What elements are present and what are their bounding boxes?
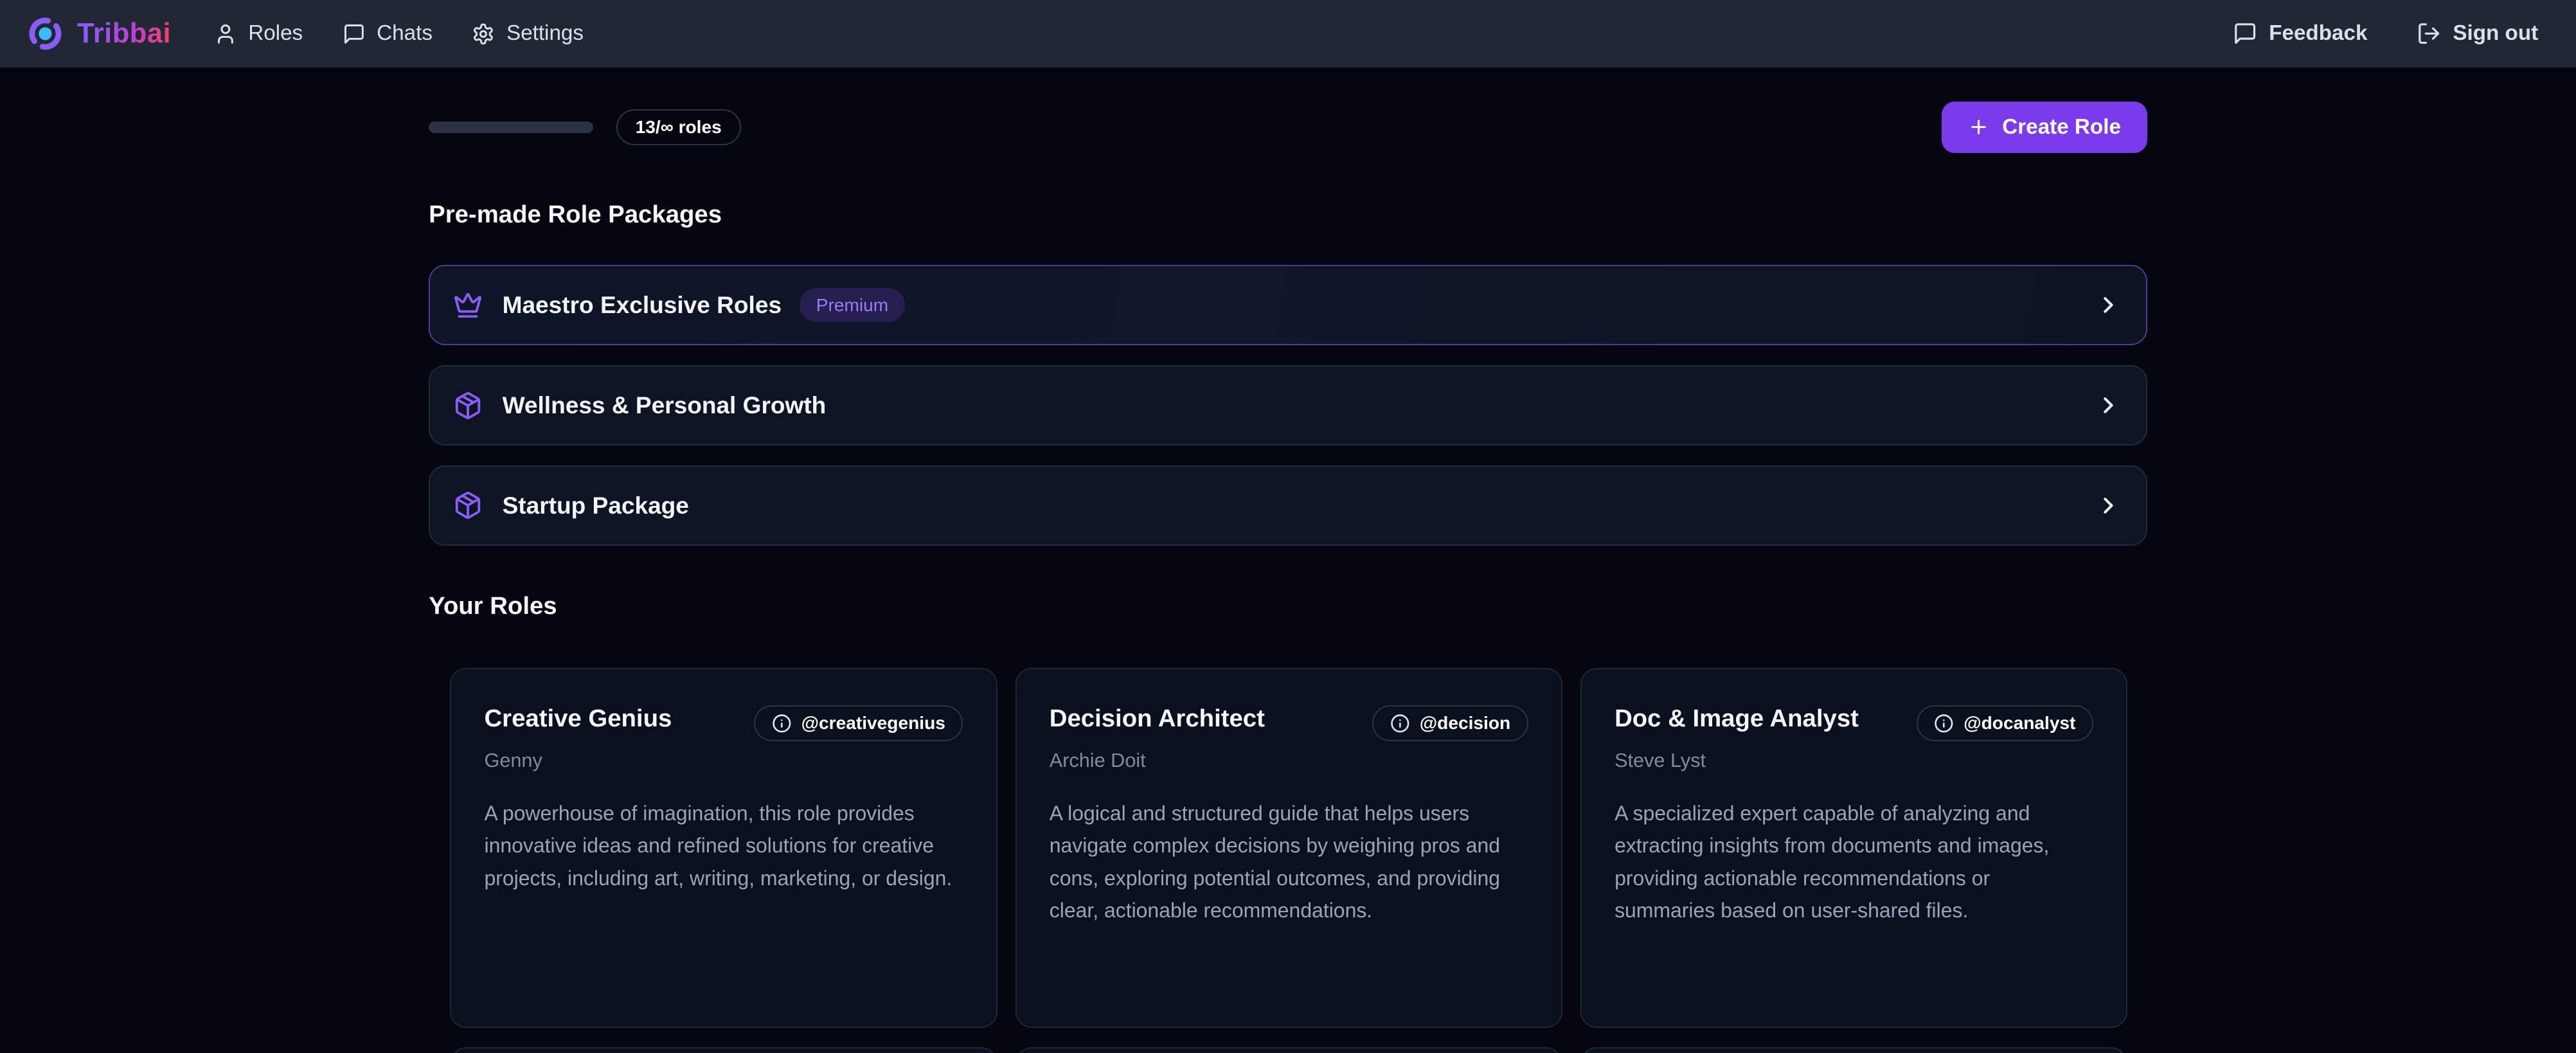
role-description: A logical and structured guide that help…	[1050, 797, 1528, 927]
package-title: Wellness & Personal Growth	[503, 392, 827, 419]
info-icon	[1390, 714, 1410, 734]
your-roles-title: Your Roles	[429, 592, 2147, 620]
chevron-right-icon	[2095, 392, 2122, 419]
role-persona: Archie Doit	[1050, 750, 1528, 772]
info-icon	[772, 714, 792, 734]
create-role-label: Create Role	[2002, 115, 2121, 140]
chevron-right-icon	[2095, 292, 2122, 318]
role-description: A specialized expert capable of analyzin…	[1614, 797, 2093, 927]
roles-page: Tribbai Roles Chats	[0, 0, 2576, 1053]
role-handle: @creativegenius	[801, 713, 945, 734]
role-name: Decision Architect	[1050, 703, 1265, 734]
create-role-button[interactable]: Create Role	[1942, 102, 2147, 152]
nav-item-chats[interactable]: Chats	[343, 21, 433, 46]
role-card-partial[interactable]	[450, 1047, 997, 1053]
role-persona: Steve Lyst	[1614, 750, 2093, 772]
package-icon	[453, 491, 483, 520]
role-name: Creative Genius	[484, 703, 672, 734]
nav-label: Feedback	[2269, 21, 2367, 46]
nav-item-roles[interactable]: Roles	[214, 21, 303, 46]
role-card-creative-genius[interactable]: Creative Genius @creativegenius Genny A …	[450, 668, 997, 1028]
role-handle: @docanalyst	[1963, 713, 2075, 734]
role-card-doc-image-analyst[interactable]: Doc & Image Analyst @docanalyst Steve Ly…	[1580, 668, 2127, 1028]
package-icon	[453, 391, 483, 420]
chat-icon	[343, 22, 366, 46]
brand-name: Tribbai	[77, 18, 171, 50]
chevron-right-icon	[2095, 492, 2122, 519]
usage-row: 13/∞ roles Create Role	[429, 102, 2147, 152]
role-card-decision-architect[interactable]: Decision Architect @decision Archie Doit…	[1015, 668, 1562, 1028]
role-cards-grid: Creative Genius @creativegenius Genny A …	[429, 668, 2147, 1028]
roles-progress-bar	[429, 122, 593, 133]
user-icon	[214, 22, 237, 46]
sign-out-icon	[2417, 21, 2441, 46]
nav-label: Roles	[248, 21, 303, 46]
package-row-wellness[interactable]: Wellness & Personal Growth	[429, 365, 2147, 446]
role-handle-badge[interactable]: @decision	[1372, 705, 1528, 741]
sign-out-button[interactable]: Sign out	[2417, 21, 2538, 46]
nav-item-settings[interactable]: Settings	[472, 21, 584, 46]
role-card-partial[interactable]	[1015, 1047, 1562, 1053]
info-icon	[1934, 714, 1954, 734]
role-cards-grid-partial	[429, 1047, 2147, 1053]
brand-logo[interactable]: Tribbai	[26, 15, 171, 53]
main-content: 13/∞ roles Create Role Pre-made Role Pac…	[429, 68, 2147, 1053]
role-persona: Genny	[484, 750, 963, 772]
role-handle: @decision	[1420, 713, 1510, 734]
navbar-right: Feedback Sign out	[2233, 21, 2538, 46]
roles-count-badge: 13/∞ roles	[616, 109, 741, 145]
main-nav: Roles Chats Settings	[214, 21, 584, 46]
premium-badge: Premium	[800, 288, 905, 321]
crown-icon	[453, 291, 483, 320]
role-description: A powerhouse of imagination, this role p…	[484, 797, 963, 894]
feedback-button[interactable]: Feedback	[2233, 21, 2367, 46]
package-list: Maestro Exclusive Roles Premium Wellness…	[429, 265, 2147, 546]
package-row-startup[interactable]: Startup Package	[429, 465, 2147, 546]
package-row-maestro[interactable]: Maestro Exclusive Roles Premium	[429, 265, 2147, 345]
plus-icon	[1968, 116, 1989, 138]
gear-icon	[472, 22, 495, 46]
package-title: Startup Package	[503, 492, 689, 519]
package-title: Maestro Exclusive Roles	[503, 291, 782, 319]
tribbai-logo-icon	[26, 15, 64, 53]
premade-packages-title: Pre-made Role Packages	[429, 201, 2147, 229]
top-navbar: Tribbai Roles Chats	[0, 0, 2576, 68]
chat-icon	[2233, 21, 2257, 46]
nav-label: Chats	[377, 21, 433, 46]
role-handle-badge[interactable]: @docanalyst	[1917, 705, 2093, 741]
role-name: Doc & Image Analyst	[1614, 703, 1859, 734]
nav-label: Settings	[506, 21, 584, 46]
nav-label: Sign out	[2453, 21, 2538, 46]
role-card-partial[interactable]	[1580, 1047, 2127, 1053]
role-handle-badge[interactable]: @creativegenius	[754, 705, 963, 741]
